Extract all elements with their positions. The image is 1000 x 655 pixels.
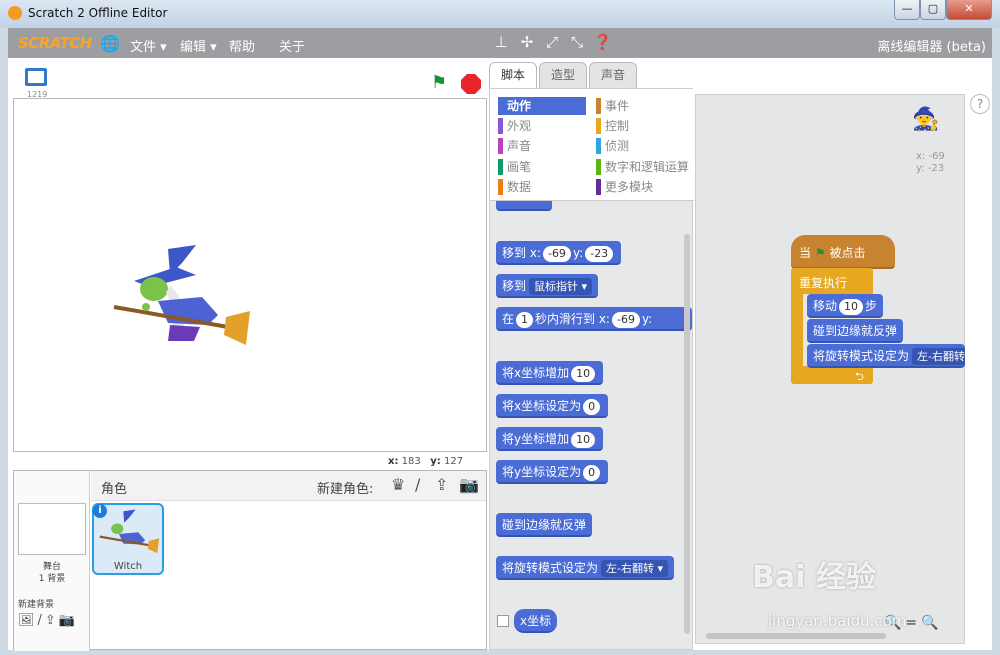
block-palette: 动作 事件 外观 控制 声音 侦测 画笔 数字和逻辑运算 数据 更多模块 移到 … — [489, 88, 694, 650]
block-set-y[interactable]: 将y坐标设定为 0 — [496, 460, 609, 484]
sprite-name: Witch — [113, 561, 143, 572]
category-events[interactable]: 事件 — [596, 97, 629, 115]
category-list: 动作 事件 外观 控制 声音 侦测 画笔 数字和逻辑运算 数据 更多模块 — [490, 89, 694, 201]
camera-sprite-icon[interactable]: 📷 — [459, 475, 479, 494]
fullscreen-icon[interactable] — [25, 68, 47, 86]
choose-sprite-icon[interactable]: ♛ — [391, 475, 405, 494]
menu-edit[interactable]: 编辑 ▾ — [180, 36, 217, 55]
category-pen[interactable]: 画笔 — [498, 158, 531, 176]
category-more-blocks[interactable]: 更多模块 — [596, 178, 653, 196]
stage-header: 1219 ⚑ — [13, 62, 487, 99]
category-data[interactable]: 数据 — [498, 178, 531, 196]
mouse-x-label: x: — [388, 456, 399, 467]
block-change-x[interactable]: 将x坐标增加 10 — [496, 361, 604, 385]
window-titlebar: Scratch 2 Offline Editor — ▢ ✕ — [0, 0, 1000, 28]
stage-panel[interactable]: 舞台 1 背景 新建背景 🖼/⇪📷 — [14, 471, 90, 651]
stop-sign-icon[interactable] — [461, 74, 481, 94]
sprite-x: x: -69 — [916, 151, 945, 162]
stage-bg-count: 1 背景 — [38, 574, 66, 584]
mouse-y-value: 127 — [444, 456, 464, 467]
loop-arrow-icon: ⮌ — [855, 370, 864, 383]
witch-sprite[interactable] — [110, 245, 252, 357]
help-block-icon[interactable]: ❓ — [593, 33, 612, 51]
shrink-icon[interactable]: ⤡ — [568, 33, 586, 51]
category-control[interactable]: 控制 — [596, 117, 629, 135]
script-rotation-style[interactable]: 将旋转模式设定为 左-右翻转 — [807, 344, 965, 368]
block-x-position[interactable]: x坐标 — [514, 609, 558, 633]
scripts-scrollbar[interactable] — [706, 633, 886, 639]
paint-sprite-icon[interactable]: / — [415, 475, 420, 494]
script-when-flag-clicked[interactable]: 当 ⚑ 被点击 — [791, 235, 895, 269]
sprite-xy: x: -69 y: -23 — [916, 151, 945, 175]
sprite-card-witch[interactable]: i Witch — [92, 503, 164, 575]
category-sensing[interactable]: 侦测 — [596, 137, 629, 155]
xpos-checkbox[interactable] — [497, 615, 509, 627]
tab-scripts[interactable]: 脚本 — [489, 62, 537, 88]
sprites-header: 角色 新建角色: ♛ / ⇪ 📷 — [91, 471, 486, 501]
copy-stamp-icon[interactable]: ⊥ — [492, 33, 510, 51]
mouse-y-label: y: — [430, 456, 441, 467]
minimize-button[interactable]: — — [894, 0, 920, 20]
close-button[interactable]: ✕ — [946, 0, 992, 20]
new-backdrop-label: 新建背景 — [18, 600, 55, 610]
new-backdrop-icons[interactable]: 🖼/⇪📷 — [18, 613, 78, 628]
category-looks[interactable]: 外观 — [498, 117, 531, 135]
mouse-x-value: 183 — [401, 456, 421, 467]
editor-version: 离线编辑器 (beta) — [877, 40, 986, 55]
block-goto-xy[interactable]: 移到 x: -69 y: -23 — [496, 241, 622, 265]
stage-canvas[interactable] — [13, 98, 487, 452]
sprites-title: 角色 — [101, 482, 128, 497]
sprite-y: y: -23 — [916, 163, 945, 174]
block-goto-target[interactable]: 移到 鼠标指针 ▾ — [496, 274, 599, 298]
category-operators[interactable]: 数字和逻辑运算 — [596, 158, 689, 176]
window-title: Scratch 2 Offline Editor — [28, 6, 168, 20]
cut-icon[interactable]: ✢ — [518, 33, 536, 51]
mouse-coords: x: 183 y: 127 — [388, 456, 463, 467]
help-icon[interactable]: ? — [970, 94, 990, 114]
palette-block-partial[interactable] — [496, 201, 552, 211]
new-sprite-label: 新建角色: — [317, 482, 374, 497]
green-flag-icon: ⚑ — [814, 246, 826, 260]
watermark-logo: Bai 经验 — [752, 560, 876, 595]
menu-about[interactable]: 关于 — [279, 36, 305, 55]
forever-label: 重复执行 — [799, 276, 848, 290]
maximize-button[interactable]: ▢ — [920, 0, 946, 20]
block-set-x[interactable]: 将x坐标设定为 0 — [496, 394, 609, 418]
block-bounce[interactable]: 碰到边缘就反弹 — [496, 513, 593, 537]
tab-sounds[interactable]: 声音 — [589, 62, 637, 88]
globe-icon[interactable]: 🌐 — [100, 34, 120, 53]
block-change-y[interactable]: 将y坐标增加 10 — [496, 427, 604, 451]
current-sprite-icon: 🧙 — [912, 107, 940, 132]
menu-bar: SCRATCH 🌐 文件 ▾ 编辑 ▾ 帮助 关于 ⊥ ✢ ⤢ ⤡ ❓ 离线编辑… — [8, 28, 992, 58]
watermark-url: jingyan.baidu.com — [768, 612, 907, 630]
category-sound[interactable]: 声音 — [498, 137, 531, 155]
menu-help[interactable]: 帮助 — [229, 36, 255, 55]
block-rotation-style[interactable]: 将旋转模式设定为 左-右翻转 ▾ — [496, 556, 675, 580]
grow-icon[interactable]: ⤢ — [543, 33, 561, 51]
sprites-panel: 舞台 1 背景 新建背景 🖼/⇪📷 角色 新建角色: ♛ / ⇪ 📷 i Wit… — [13, 470, 487, 651]
upload-sprite-icon[interactable]: ⇪ — [435, 475, 448, 494]
category-motion[interactable]: 动作 — [498, 97, 586, 115]
script-move-steps[interactable]: 移动 10 步 — [807, 294, 884, 318]
green-flag-icon[interactable]: ⚑ — [431, 72, 447, 93]
tab-costumes[interactable]: 造型 — [539, 62, 587, 88]
scratch-cat-icon — [8, 6, 22, 20]
scratch-logo[interactable]: SCRATCH — [18, 34, 92, 52]
palette-scrollbar[interactable] — [684, 234, 690, 634]
stage-thumbnail[interactable] — [18, 503, 86, 555]
menu-file[interactable]: 文件 ▾ — [130, 36, 167, 55]
block-glide[interactable]: 在 1 秒内滑行到 x: -69 y: — [496, 307, 692, 331]
witch-thumbnail — [99, 509, 160, 554]
script-bounce[interactable]: 碰到边缘就反弹 — [807, 319, 904, 343]
